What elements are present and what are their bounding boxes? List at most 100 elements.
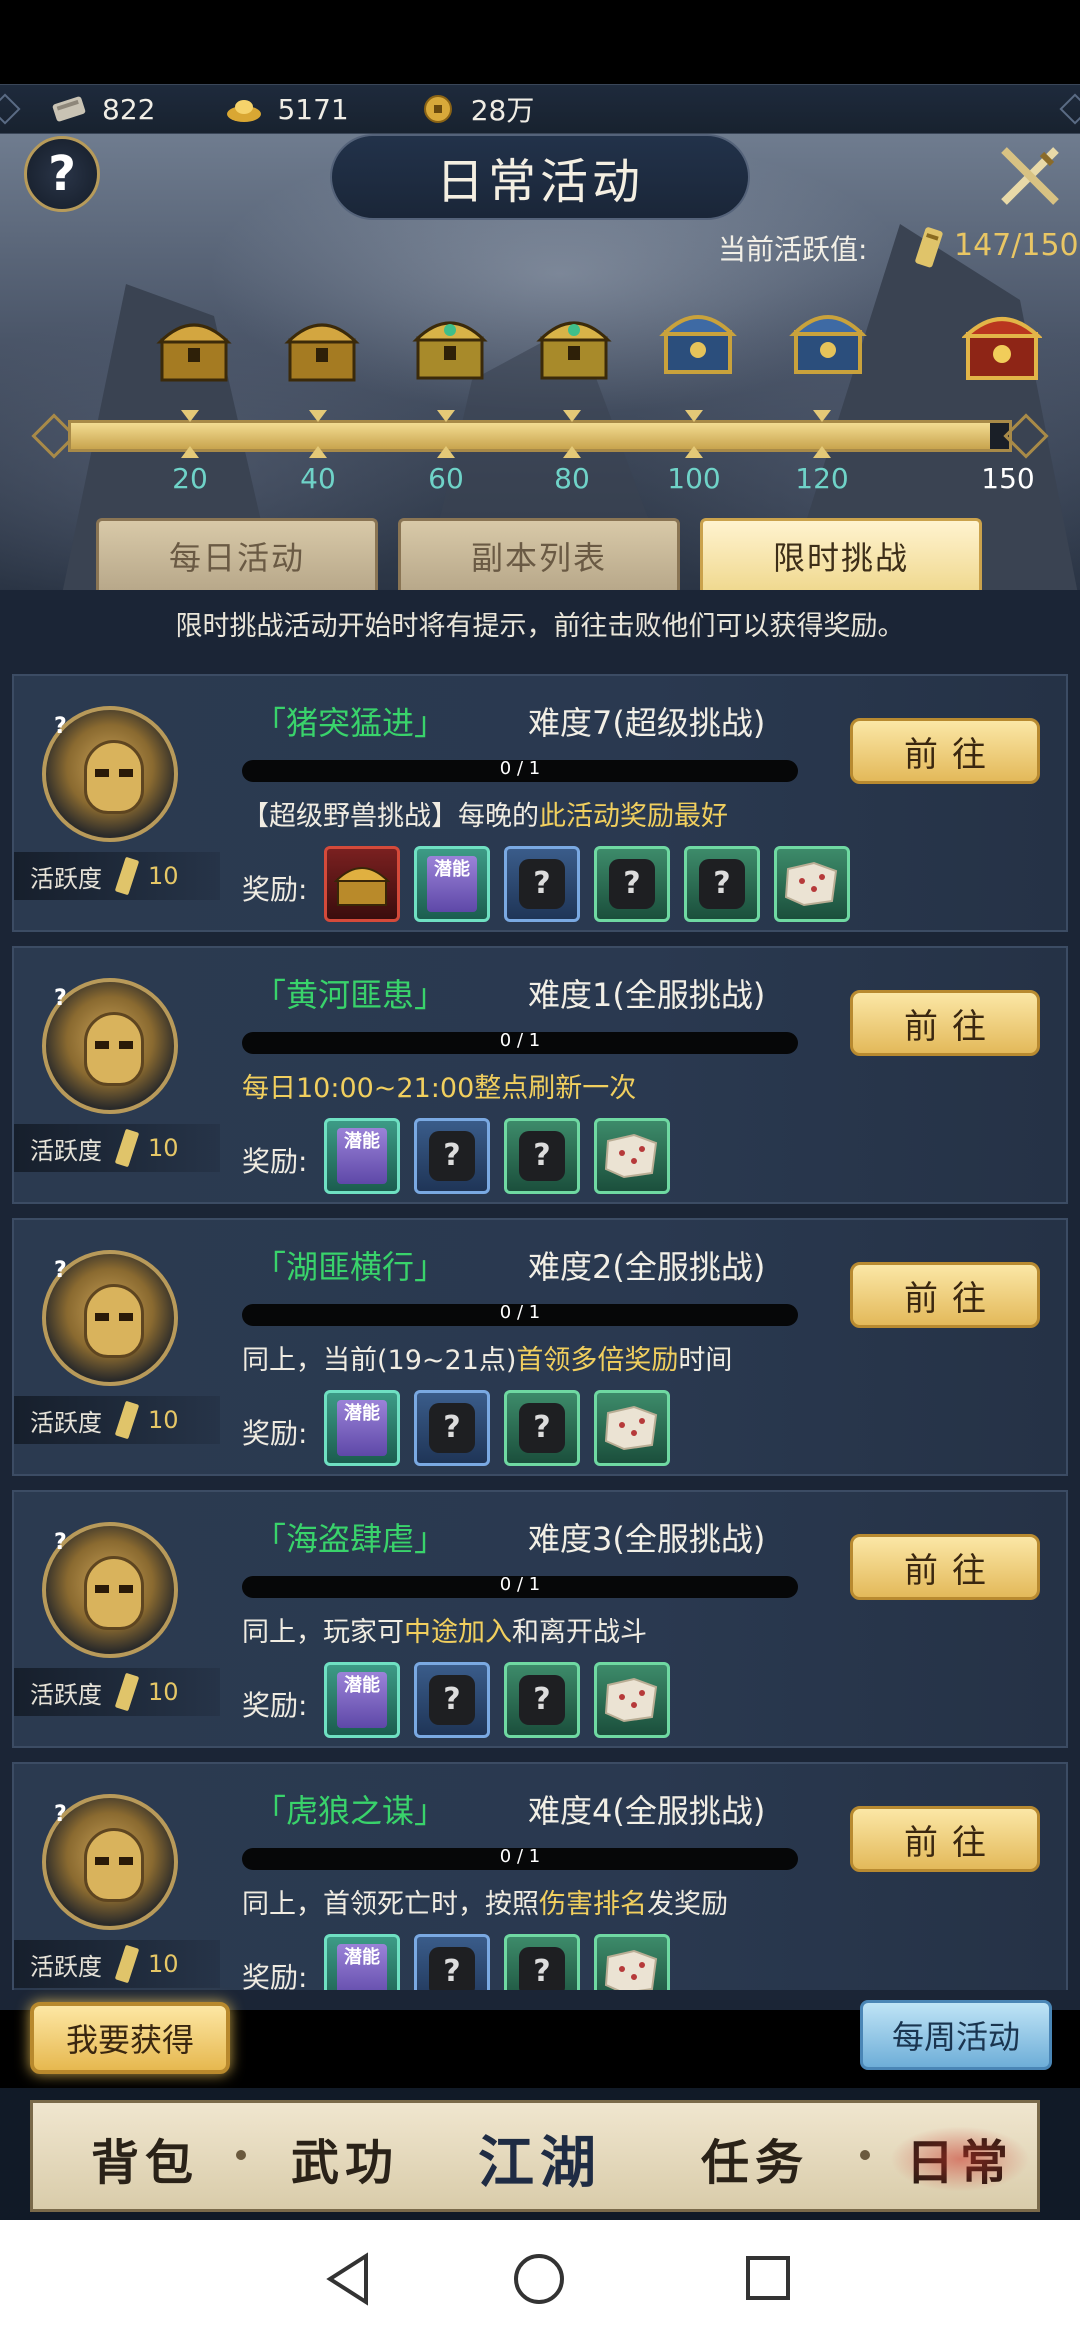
reward-map-icon[interactable] (774, 846, 850, 922)
copper-coin-icon (423, 95, 452, 123)
boss-name: 「湖匪横行」 (254, 1248, 447, 1286)
reward-skill-book-icon[interactable]: 潜能 (324, 1934, 400, 1990)
help-button[interactable]: ? (24, 136, 100, 212)
tab-daily-activities[interactable]: 每日活动 (96, 518, 378, 590)
chest-60-icon[interactable] (410, 306, 490, 386)
recent-apps-icon[interactable] (746, 2256, 790, 2300)
go-button-label: 前往 (904, 1278, 1000, 1319)
reward-map-icon[interactable] (594, 1662, 670, 1738)
tab-dungeon-list[interactable]: 副本列表 (398, 518, 680, 590)
reward-mystery-icon[interactable]: ? (414, 1118, 490, 1194)
activity-token-icon (915, 227, 943, 268)
reward-skill-book-icon[interactable]: 潜能 (324, 1390, 400, 1466)
difficulty: 难度4(全服挑战) (528, 1792, 766, 1830)
go-button[interactable]: 前往 (850, 1806, 1040, 1872)
activity-points-label: 活跃度 (30, 1680, 102, 1709)
reward-mystery-icon[interactable]: ? (414, 1662, 490, 1738)
nav-bag[interactable]: 背包 (70, 2120, 220, 2196)
activity-label: 当前活跃值: (718, 233, 868, 266)
chest-40-icon[interactable] (282, 308, 362, 388)
milestone-label: 150 (981, 462, 1035, 495)
home-icon[interactable] (514, 2254, 564, 2304)
resource-tickets-value: 822 (102, 92, 156, 126)
activity-points-row: 活跃度 10 (14, 852, 220, 900)
chest-icon (334, 867, 390, 906)
reward-map-icon[interactable] (594, 1118, 670, 1194)
kill-progress-bar: 0 / 1 (242, 1574, 798, 1598)
treasure-map-icon (604, 1949, 658, 1990)
reward-skill-book-icon[interactable]: 潜能 (324, 1118, 400, 1194)
notice-text: 限时挑战活动开始时将有提示，前往击败他们可以获得奖励。 (175, 611, 905, 642)
activity-value: 147/150 (954, 228, 1079, 263)
kill-progress-text: 0 / 1 (499, 1302, 541, 1323)
go-button[interactable]: 前往 (850, 990, 1040, 1056)
kill-progress-bar: 0 / 1 (242, 1846, 798, 1870)
unknown-icon: ? (54, 714, 67, 739)
activity-points-label: 活跃度 (30, 1952, 102, 1981)
treasure-map-icon (604, 1133, 658, 1179)
reward-mystery-icon[interactable]: ? (414, 1390, 490, 1466)
tab-dungeon-list-label: 副本列表 (470, 538, 607, 577)
boss-portrait: ? (42, 1522, 178, 1658)
chest-100-icon[interactable] (658, 300, 738, 380)
nav-quests[interactable]: 任务 (680, 2120, 830, 2196)
question-mark-icon: ? (429, 1675, 475, 1725)
weekly-activities-label: 每周活动 (891, 2018, 1020, 2056)
chest-20-icon[interactable] (154, 308, 234, 388)
resource-tickets: 822 (50, 93, 155, 126)
reward-mystery-icon[interactable]: ? (504, 1390, 580, 1466)
reward-mystery-icon[interactable]: ? (504, 1934, 580, 1990)
challenge-list[interactable]: ? 活跃度 10 「猪突猛进」 难度7(超级挑战) 0 / 1 【超级野兽挑战】每晚的此活动… (12, 674, 1068, 1990)
chest-150-icon[interactable] (962, 304, 1042, 384)
kill-progress-text: 0 / 1 (499, 758, 541, 779)
reward-map-icon[interactable] (594, 1934, 670, 1990)
reward-label: 奖励: (242, 1689, 308, 1722)
question-mark-icon: ? (519, 1403, 565, 1453)
boss-name: 「虎狼之谋」 (254, 1792, 447, 1830)
reward-skill-book-icon[interactable]: 潜能 (414, 846, 490, 922)
challenge-card: ? 活跃度 10 「海盗肆虐」 难度3(全服挑战) 0 / 1 同上，玩家可中途加入和离开战… (12, 1490, 1068, 1748)
reward-mystery-icon[interactable]: ? (414, 1934, 490, 1990)
reward-mystery-icon[interactable]: ? (504, 1118, 580, 1194)
milestone-tick-top (181, 410, 199, 422)
activity-points-value: 10 (148, 1678, 179, 1706)
activity-points-value: 10 (148, 1406, 179, 1434)
activity-points-label: 活跃度 (30, 1408, 102, 1437)
activity-points-label: 活跃度 (30, 1136, 102, 1165)
chest-120-icon[interactable] (788, 300, 868, 380)
reward-map-icon[interactable] (594, 1390, 670, 1466)
scroll-ticket-icon (52, 96, 86, 122)
reward-mystery-icon[interactable]: ? (504, 846, 580, 922)
milestone-label: 40 (300, 462, 336, 495)
kill-progress-text: 0 / 1 (499, 1846, 541, 1867)
nav-daily[interactable]: 日常 (880, 2120, 1040, 2196)
kill-progress-text: 0 / 1 (499, 1574, 541, 1595)
go-button[interactable]: 前往 (850, 718, 1040, 784)
go-button[interactable]: 前往 (850, 1534, 1040, 1600)
reward-mystery-icon[interactable]: ? (684, 846, 760, 922)
go-button[interactable]: 前往 (850, 1262, 1040, 1328)
boss-portrait: ? (42, 1794, 178, 1930)
tab-limited-challenge-label: 限时挑战 (772, 538, 909, 577)
activity-token-icon (115, 1401, 139, 1439)
reward-mystery-icon[interactable]: ? (504, 1662, 580, 1738)
how-to-get-button[interactable]: 我要获得 (30, 2002, 230, 2074)
nav-martial-arts[interactable]: 武功 (270, 2120, 420, 2196)
close-swords-icon[interactable] (994, 140, 1066, 212)
difficulty: 难度3(全服挑战) (528, 1520, 766, 1558)
skill-book-icon: 潜能 (337, 1944, 387, 1990)
difficulty: 难度2(全服挑战) (528, 1248, 766, 1286)
nav-jianghu-label: 江湖 (478, 2129, 602, 2196)
reward-label: 奖励: (242, 1961, 308, 1990)
demon-mask-icon (84, 740, 144, 814)
back-icon[interactable] (326, 2252, 370, 2306)
reward-skill-book-icon[interactable]: 潜能 (324, 1662, 400, 1738)
chest-80-icon[interactable] (534, 306, 614, 386)
weekly-activities-button[interactable]: 每周活动 (860, 2000, 1052, 2070)
reward-mystery-icon[interactable]: ? (594, 846, 670, 922)
nav-jianghu[interactable]: 江湖 (460, 2120, 620, 2196)
tab-limited-challenge[interactable]: 限时挑战 (700, 518, 982, 590)
reward-chest-icon[interactable] (324, 846, 400, 922)
activity-points-row: 活跃度 10 (14, 1668, 220, 1716)
nav-divider (860, 2150, 870, 2160)
